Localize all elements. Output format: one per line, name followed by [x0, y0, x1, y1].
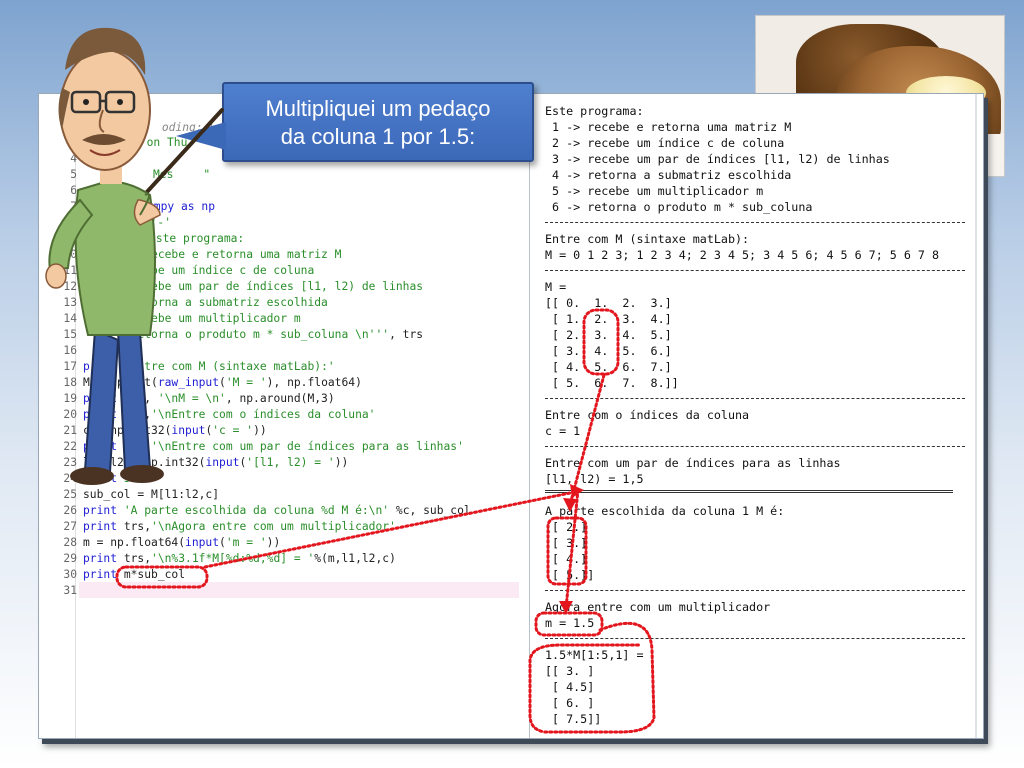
console-line: 5 -> recebe um multiplicador m	[545, 184, 764, 198]
code-line[interactable]: 15 6 -> retorna o produto m * sub_coluna…	[39, 327, 423, 343]
code-line[interactable]: 19 print trs, '\nM = \n', np.around(M,3)	[39, 391, 334, 407]
console-line: 6 -> retorna o produto m * sub_coluna	[545, 200, 813, 214]
console-line: 3 -> recebe um par de índices [l1, l2) d…	[545, 152, 890, 166]
console-line: Entre com o índices da coluna	[545, 408, 750, 422]
console-line: M = 0 1 2 3; 1 2 3 4; 2 3 4 5; 3 4 5 6; …	[545, 248, 940, 262]
code-line[interactable]: 10 1 recebe e retorna uma matriz M	[39, 247, 341, 263]
code-line[interactable]: 16	[39, 343, 83, 359]
output-console[interactable]: Este programa: 1 -> recebe e retorna uma…	[537, 94, 983, 738]
code-line[interactable]: 31	[39, 583, 83, 599]
console-line: M =	[545, 280, 567, 294]
code-line[interactable]: 4	[39, 151, 83, 167]
code-line[interactable]: 23 l1, l2 = np.int32(input('[l1, l2) = ')…	[39, 455, 348, 471]
code-line[interactable]: 25 sub_col = M[l1:l2,c]	[39, 487, 219, 503]
console-line: [ 3. 4. 5. 6.]	[545, 344, 672, 358]
console-line: [ 4. 5. 6. 7.]	[545, 360, 672, 374]
code-line[interactable]: 28 m = np.float64(input('m = '))	[39, 535, 280, 551]
code-line[interactable]: 22 print trs,'\nEntre com um par de índic…	[39, 439, 464, 455]
code-line[interactable]: 17 print 'Entre com M (sintaxe matLab):'	[39, 359, 334, 375]
code-line[interactable]: 18 M = np.mat(raw_input('M = '), np.float…	[39, 375, 362, 391]
code-line[interactable]: 14 5 -> recebe um multiplicador m	[39, 311, 300, 327]
code-line[interactable]: 30 print m*sub_col	[39, 567, 185, 583]
console-line: c = 1	[545, 424, 581, 438]
console-scrollbar[interactable]	[975, 94, 977, 738]
code-line[interactable]: 27 print trs,'\nAgora entre com um multip…	[39, 519, 396, 535]
separator-double	[545, 490, 953, 493]
console-line: [[ 0. 1. 2. 3.]	[545, 296, 672, 310]
callout-pointer	[176, 122, 226, 150]
code-line[interactable]: 5 Mes "	[39, 167, 210, 183]
console-line: 1 -> recebe e retorna uma matriz M	[545, 120, 792, 134]
code-line[interactable]: 3d on Thu	[39, 135, 187, 151]
console-line: A parte escolhida da coluna 1 M é:	[545, 504, 785, 518]
console-line: [ 7.5]]	[545, 712, 602, 726]
callout-line-2: da coluna 1 por 1.5:	[280, 124, 476, 149]
separator	[545, 638, 965, 639]
console-line: [ 4.5]	[545, 680, 595, 694]
console-line: 1.5*M[1:5,1] =	[545, 648, 644, 662]
code-editor[interactable]: oding: Lat 3d on Thu 4 5 Mes " 6 7 umpy as …	[39, 94, 530, 738]
code-line[interactable]: 12 3 -> recebe um par de índices [l1, l2…	[39, 279, 423, 295]
console-line: 2 -> recebe um índice c de coluna	[545, 136, 785, 150]
console-line: [ 5. 6. 7. 8.]]	[545, 376, 679, 390]
separator	[545, 398, 965, 399]
callout-box: Multipliquei um pedaço da coluna 1 por 1…	[176, 82, 534, 162]
console-line: [ 5.]]	[545, 568, 595, 582]
console-line: [ 1. 2. 3. 4.]	[545, 312, 672, 326]
code-line[interactable]: 11 2 recebe um índice c de coluna	[39, 263, 314, 279]
console-line: [ 4.]	[545, 552, 588, 566]
code-line[interactable]: 13 4 -> retorna a submatriz escolhida	[39, 295, 327, 311]
console-line: [[ 2.]	[545, 520, 588, 534]
console-line: [[ 3. ]	[545, 664, 595, 678]
console-line: Este programa:	[545, 104, 644, 118]
separator	[545, 446, 965, 447]
code-line[interactable]: 21 c = np.int32(input('c = '))	[39, 423, 266, 439]
current-line-highlight	[79, 582, 519, 598]
console-line: [l1, l2) = 1,5	[545, 472, 644, 486]
code-line[interactable]: 6	[39, 183, 83, 199]
console-line: Entre com M (sintaxe matLab):	[545, 232, 750, 246]
code-line[interactable]: 8 t *'-'	[39, 215, 171, 231]
console-line: 4 -> retorna a submatriz escolhida	[545, 168, 792, 182]
callout-line-1: Multipliquei um pedaço	[265, 96, 491, 121]
code-line[interactable]: 26 print 'A parte escolhida da coluna %d …	[39, 503, 470, 519]
code-line[interactable]: 7 umpy as np	[39, 199, 215, 215]
console-line: Entre com um par de índices para as linh…	[545, 456, 841, 470]
separator	[545, 270, 965, 271]
code-line[interactable]: 29 print trs,'\n%3.1f*M[%d:%d,%d] = '%(m,…	[39, 551, 396, 567]
console-line: [ 2. 3. 4. 5.]	[545, 328, 672, 342]
code-line[interactable]: 20 print trs,'\nEntre com o índices da co…	[39, 407, 375, 423]
console-line: Agora entre com um multiplicador	[545, 600, 771, 614]
console-line: m = 1.5	[545, 616, 595, 630]
ide-screenshot: oding: Lat 3d on Thu 4 5 Mes " 6 7 umpy as …	[38, 93, 984, 739]
code-line[interactable]: 24 print 54*'='	[39, 471, 164, 487]
code-line[interactable]: 9 pr '''Este programa:	[39, 231, 244, 247]
code-header: oding: Lat	[161, 121, 230, 134]
separator	[545, 590, 965, 591]
console-line: [ 6. ]	[545, 696, 595, 710]
separator	[545, 222, 965, 223]
console-line: [ 3.]	[545, 536, 588, 550]
